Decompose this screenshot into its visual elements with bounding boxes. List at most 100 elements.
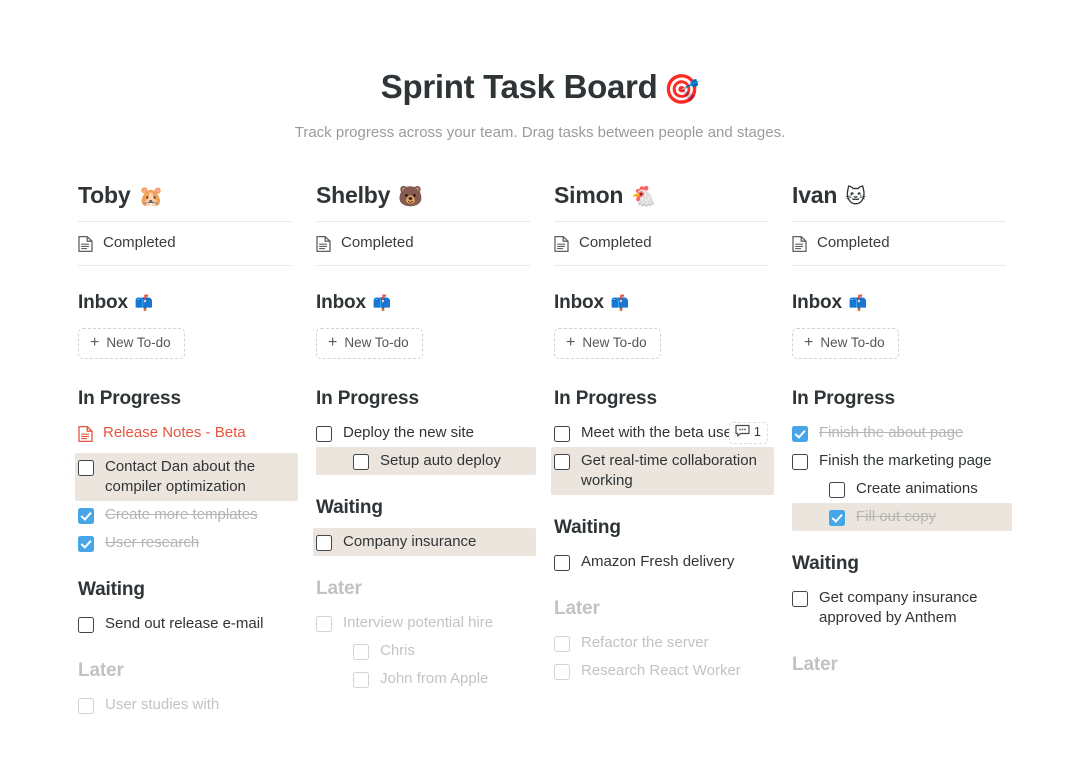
task-checkbox-checked[interactable] (78, 507, 94, 524)
task-checkbox-checked[interactable] (829, 509, 845, 526)
document-icon (78, 235, 93, 253)
task-checkbox[interactable] (554, 453, 570, 470)
task-label: Get company insurance approved by Anthem (819, 588, 978, 626)
comment-badge[interactable]: 1 (728, 421, 768, 444)
person-name: Ivan (792, 182, 838, 209)
document-icon (554, 235, 569, 253)
task-checkbox[interactable] (353, 453, 369, 470)
comment-icon (735, 424, 750, 441)
section-waiting-label: Waiting (78, 578, 145, 600)
new-todo-button[interactable]: + New To-do (316, 327, 423, 359)
section-inbox: Inbox 📫 (792, 292, 1006, 314)
task-label: Get real-time collaboration working (581, 451, 757, 489)
document-icon (78, 425, 93, 449)
task-checkbox[interactable] (792, 453, 808, 470)
task-checkbox[interactable] (554, 554, 570, 571)
task-checkbox[interactable] (78, 616, 94, 633)
section-later-label: Later (316, 577, 362, 599)
task-item[interactable]: Create more templates (75, 501, 298, 529)
new-todo-button[interactable]: + New To-do (554, 327, 661, 359)
person-column: Toby 🐹 Completed Inbox 📫 + New To-do In Progres… (75, 182, 316, 719)
task-checkbox[interactable] (316, 534, 332, 551)
plus-icon: + (566, 333, 576, 351)
person-column: Simon 🐔 Completed Inbox 📫 + New To-do In Progre… (551, 182, 792, 685)
section-waiting-label: Waiting (554, 516, 621, 538)
task-checkbox[interactable] (316, 615, 332, 632)
task-board-page: Sprint Task Board 🎯 Track progress across… (0, 0, 1080, 770)
page-subtitle: Track progress across your team. Drag ta… (294, 124, 786, 142)
document-icon (792, 235, 807, 253)
section-inbox-label: Inbox (78, 291, 128, 313)
task-checkbox[interactable] (78, 697, 94, 714)
task-item[interactable]: Fill out copy (792, 502, 1012, 531)
task-checkbox[interactable] (829, 481, 845, 498)
task-checkbox[interactable] (554, 635, 570, 652)
task-checkbox[interactable] (792, 590, 808, 607)
task-item[interactable]: Refactor the server (551, 629, 774, 657)
task-item[interactable]: Interview potential hire (313, 609, 536, 637)
task-item[interactable]: Get real-time collaboration working (551, 446, 774, 495)
completed-label: Completed (341, 234, 414, 252)
task-label: John from Apple (380, 669, 489, 687)
completed-link[interactable]: Completed (792, 222, 1006, 266)
task-item[interactable]: Amazon Fresh delivery (551, 548, 774, 576)
task-checkbox[interactable] (78, 459, 94, 476)
task-item[interactable]: Meet with the beta users 1 (551, 419, 774, 447)
section-inbox: Inbox 📫 (78, 292, 292, 314)
task-item[interactable]: John from Apple (316, 665, 536, 693)
task-checkbox[interactable] (353, 643, 369, 660)
task-label: Chris (380, 641, 416, 659)
waiting-task-list: Amazon Fresh delivery (554, 548, 768, 576)
section-inbox: Inbox 📫 (554, 292, 768, 314)
new-todo-button[interactable]: + New To-do (792, 327, 899, 359)
later-task-list: Interview potential hire Chris John from A… (316, 609, 530, 693)
task-item[interactable]: Company insurance (313, 527, 536, 556)
section-in-progress-label: In Progress (554, 387, 657, 409)
section-waiting-label: Waiting (316, 496, 383, 518)
task-item[interactable]: Contact Dan about the compiler optimizat… (75, 452, 298, 501)
page-title: Sprint Task Board 🎯 (0, 68, 1080, 107)
section-waiting: Waiting (316, 497, 530, 519)
task-label: Release Notes - Beta (103, 423, 246, 441)
section-in-progress: In Progress (316, 388, 530, 410)
task-item[interactable]: Get company insurance approved by Anthem (789, 584, 1012, 632)
task-item[interactable]: User research (75, 529, 298, 557)
task-item[interactable]: Setup auto deploy (316, 446, 536, 475)
completed-link[interactable]: Completed (554, 222, 768, 266)
task-item[interactable]: Chris (316, 637, 536, 665)
task-checkbox-checked[interactable] (792, 425, 808, 442)
task-label: Create more templates (105, 505, 258, 523)
task-item[interactable]: Deploy the new site (313, 419, 536, 447)
in-progress-task-list: Finish the about page Finish the marketin… (792, 419, 1012, 531)
task-checkbox[interactable] (353, 671, 369, 688)
person-name-header: Ivan 🐱 (792, 182, 1006, 222)
task-label: Send out release e-mail (105, 614, 264, 632)
task-item[interactable]: Release Notes - Beta (75, 419, 298, 453)
section-in-progress: In Progress (554, 388, 768, 410)
completed-link[interactable]: Completed (78, 222, 292, 266)
section-in-progress-label: In Progress (792, 387, 895, 409)
task-checkbox[interactable] (554, 425, 570, 442)
task-item[interactable]: Send out release e-mail (75, 610, 298, 638)
task-item[interactable]: User studies with (75, 691, 298, 719)
task-item[interactable]: Finish the about page (789, 419, 1012, 447)
task-checkbox-checked[interactable] (78, 535, 94, 552)
page-header: Sprint Task Board 🎯 Track progress across… (0, 0, 1080, 141)
task-checkbox[interactable] (316, 425, 332, 442)
board-columns: Toby 🐹 Completed Inbox 📫 + New To-do In Progres… (0, 182, 1080, 718)
task-label: Setup auto deploy (380, 451, 501, 469)
completed-link[interactable]: Completed (316, 222, 530, 266)
person-avatar-icon: 🐱 (845, 186, 866, 209)
task-label: Research React Worker (581, 661, 741, 679)
person-name: Toby (78, 182, 131, 209)
task-checkbox[interactable] (554, 663, 570, 680)
task-label: Finish the about page (819, 423, 964, 441)
new-todo-button[interactable]: + New To-do (78, 327, 185, 359)
task-item[interactable]: Research React Worker (551, 657, 774, 685)
task-item[interactable]: Finish the marketing page (789, 447, 1012, 475)
task-label: Fill out copy (856, 507, 937, 525)
person-avatar-icon: 🐻 (398, 186, 423, 209)
task-item[interactable]: Create animations (792, 475, 1012, 503)
page-title-text: Sprint Task Board (380, 68, 658, 105)
person-name-header: Simon 🐔 (554, 182, 768, 222)
